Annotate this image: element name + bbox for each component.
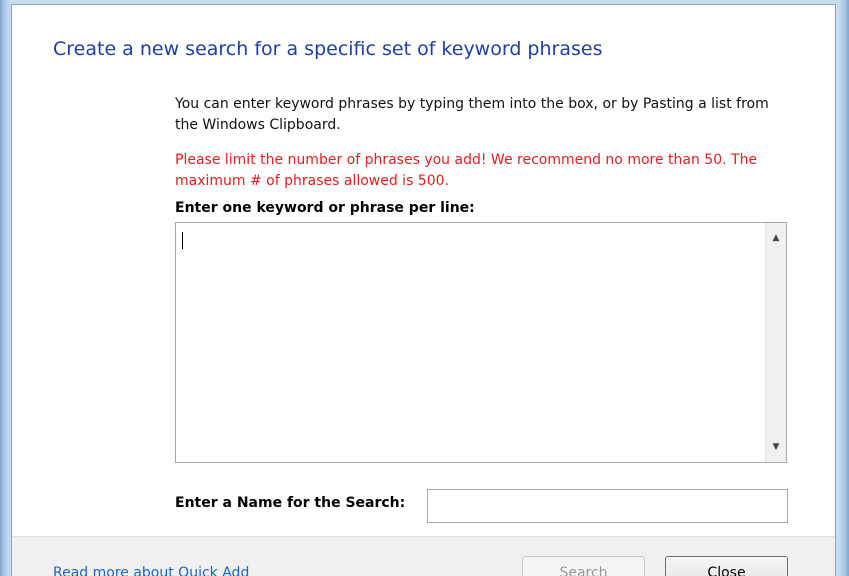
dialog-title: Create a new search for a specific set o… [53,38,603,60]
read-more-link[interactable]: Read more about Quick Add [53,565,249,576]
intro-text: You can enter keyword phrases by typing … [175,96,769,133]
keywords-scrollbar[interactable]: ▲ ▼ [765,223,786,462]
close-button[interactable]: Close [665,556,788,576]
keywords-label: Enter one keyword or phrase per line: [175,200,475,216]
search-name-input[interactable] [427,489,788,523]
scroll-up-arrow-icon[interactable]: ▲ [766,227,786,249]
warning-text: Please limit the number of phrases you a… [175,152,758,189]
quick-add-dialog: Create a new search for a specific set o… [11,4,836,576]
search-name-row: Enter a Name for the Search: [175,489,790,523]
dialog-content: You can enter keyword phrases by typing … [175,94,790,463]
dialog-footer: Read more about Quick Add Search Close [12,536,835,576]
keywords-textarea[interactable]: ▲ ▼ [175,222,787,463]
text-caret [182,232,183,249]
search-name-label: Enter a Name for the Search: [175,495,406,511]
scroll-down-arrow-icon[interactable]: ▼ [766,436,786,458]
search-button[interactable]: Search [522,556,645,576]
